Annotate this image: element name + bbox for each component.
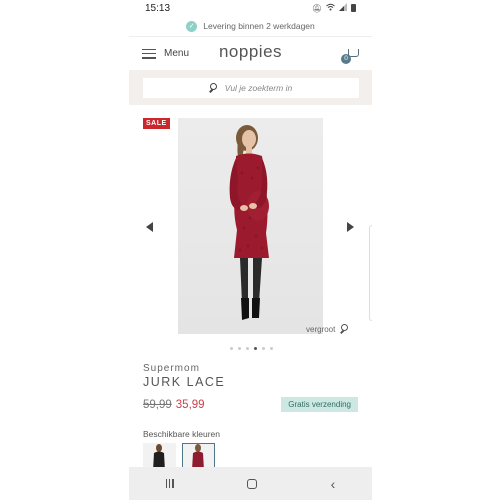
sale-price: 35,99 <box>175 398 205 411</box>
free-shipping-badge: Gratis verzending <box>281 397 358 412</box>
search-bar-container: Vul je zoekterm in <box>129 70 372 105</box>
product-info: Supermom JURK LACE 59,99 35,99 Gratis ve… <box>129 355 372 471</box>
model-illustration <box>229 125 269 320</box>
product-image[interactable] <box>178 118 323 334</box>
cart-button[interactable]: 0 <box>341 48 359 64</box>
product-brand: Supermom <box>143 363 200 374</box>
status-icons: 🔕︎ <box>312 3 356 13</box>
delivery-notice: ✓ Levering binnen 2 werkdagen <box>129 16 372 36</box>
wifi-icon <box>326 3 335 13</box>
available-colors-label: Beschikbare kleuren <box>143 429 221 439</box>
mute-icon: 🔕︎ <box>311 3 322 13</box>
cart-count-badge: 0 <box>341 54 351 64</box>
back-icon[interactable]: ‹ <box>331 477 336 491</box>
next-image-arrow-icon[interactable] <box>347 222 354 232</box>
previous-image-arrow-icon[interactable] <box>146 222 153 232</box>
sale-badge: SALE <box>143 118 170 129</box>
search-placeholder: Vul je zoekterm in <box>224 82 293 93</box>
gallery-pagination <box>131 341 372 355</box>
search-icon <box>208 82 219 93</box>
recent-apps-icon[interactable] <box>165 479 174 488</box>
home-icon[interactable] <box>247 478 258 489</box>
menu-button[interactable]: Menu <box>142 48 189 59</box>
enlarge-label: vergroot <box>306 324 336 334</box>
enlarge-button[interactable]: vergroot <box>306 324 350 334</box>
old-price: 59,99 <box>143 398 172 411</box>
next-slide-peek[interactable] <box>369 225 372 321</box>
site-header: Menu noppies 0 <box>129 36 372 70</box>
signal-icon <box>339 3 347 13</box>
pagination-dot[interactable] <box>254 346 257 350</box>
price-row: 59,99 35,99 Gratis verzending <box>143 396 358 413</box>
product-gallery: SALE vergroot <box>129 105 372 341</box>
search-input[interactable]: Vul je zoekterm in <box>142 77 359 98</box>
pagination-dot[interactable] <box>246 346 249 350</box>
status-bar: 15:13 🔕︎ <box>129 0 372 16</box>
product-title: JURK LACE <box>143 375 226 389</box>
phone-screen: 15:13 🔕︎ ✓ Levering binnen 2 werkdagen M… <box>129 0 372 500</box>
battery-icon <box>351 4 356 12</box>
hamburger-icon <box>142 48 156 59</box>
pagination-dot[interactable] <box>230 346 233 350</box>
android-nav-bar: ‹ <box>129 467 372 500</box>
pagination-dot[interactable] <box>262 346 265 350</box>
status-time: 15:13 <box>145 2 171 14</box>
menu-label: Menu <box>164 48 190 59</box>
zoom-icon <box>340 324 350 334</box>
pagination-dot[interactable] <box>270 346 273 350</box>
pagination-dot[interactable] <box>238 346 241 350</box>
check-circle-icon: ✓ <box>186 20 198 32</box>
logo[interactable]: noppies <box>219 42 282 62</box>
delivery-text: Levering binnen 2 werkdagen <box>203 21 315 31</box>
